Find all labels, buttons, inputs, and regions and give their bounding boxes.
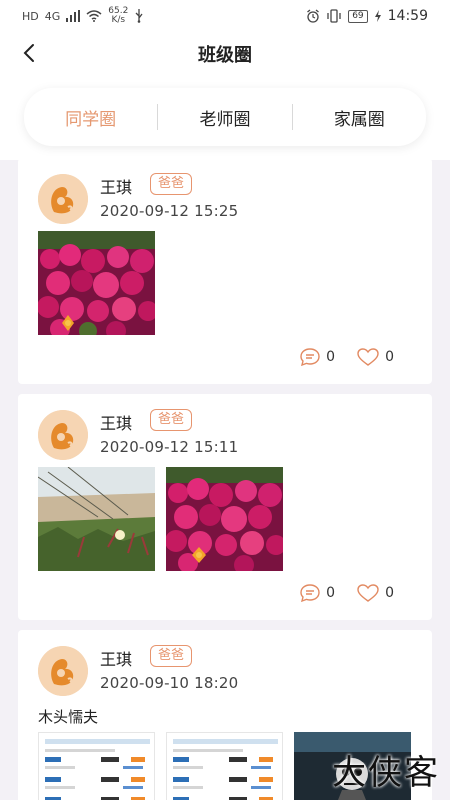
comment-icon [300,348,320,366]
comment-count: 0 [326,349,336,365]
comment-icon [300,584,320,602]
post-photo[interactable] [38,467,155,571]
post-actions: 0 0 [300,584,394,602]
avatar[interactable] [38,174,88,224]
post-photo[interactable] [38,231,155,335]
role-badge: 爸爸 [150,173,193,195]
post-photo[interactable] [38,732,155,800]
tab-classmates[interactable]: 同学圈 [24,105,157,130]
username: 王琪 [100,414,133,433]
status-left: HD 4G 65.2 K/s [22,7,144,25]
comment-button[interactable]: 0 [300,348,335,366]
post-text: 木头懦夫 [38,708,99,726]
charging-icon [374,10,381,22]
speed-unit: K/s [111,15,126,25]
avatar-icon [38,174,88,224]
post-photo[interactable] [166,732,283,800]
clock: 14:59 [387,8,428,24]
post-card: 王琪 爸爸 2020-09-12 15:11 0 0 [18,394,432,620]
like-count: 0 [385,349,394,365]
chevron-left-icon [23,44,34,62]
vibrate-icon [327,9,341,23]
magenta-flowers-image [38,231,155,335]
watermark-logo: 大侠客 [332,753,440,793]
like-count: 0 [385,585,394,601]
like-button[interactable]: 0 [357,348,394,366]
post-time: 2020-09-10 18:20 [100,674,239,692]
back-button[interactable] [14,38,44,68]
post-time: 2020-09-12 15:25 [100,202,239,220]
battery-icon: 69 [348,9,368,23]
ticket-screenshot-image [167,733,282,800]
username: 王琪 [100,650,133,669]
avatar-icon [38,410,88,460]
signal-icon [66,10,81,22]
avatar[interactable] [38,410,88,460]
username: 王琪 [100,178,133,197]
post-card: 王琪 爸爸 2020-09-12 15:25 0 0 [18,158,432,384]
avatar[interactable] [38,646,88,696]
tabs-section: 同学圈 老师圈 家属圈 [0,76,450,160]
page-title: 班级圈 [198,45,252,66]
wifi-icon [86,10,102,22]
heart-icon [357,348,379,366]
usb-icon [135,9,143,23]
post-photo[interactable] [166,467,283,571]
post-actions: 0 0 [300,348,394,366]
tab-family[interactable]: 家属圈 [293,105,426,130]
avatar-icon [38,646,88,696]
magenta-flowers-image [166,467,283,571]
hd-icon: HD [22,9,39,23]
circle-tabs: 同学圈 老师圈 家属圈 [24,88,426,146]
network-speed: 65.2 K/s [108,7,128,25]
dune-plants-image [38,467,155,571]
status-bar: HD 4G 65.2 K/s 69 14:59 [0,0,450,32]
app-header: 班级圈 [0,32,450,76]
status-right: 69 14:59 [306,8,428,24]
post-time: 2020-09-12 15:11 [100,438,239,456]
role-badge: 爸爸 [150,645,193,667]
network-type-icon: 4G [44,9,61,23]
like-button[interactable]: 0 [357,584,394,602]
tab-teachers[interactable]: 老师圈 [158,105,291,130]
role-badge: 爸爸 [150,409,193,431]
heart-icon [357,584,379,602]
alarm-icon [307,9,320,23]
comment-button[interactable]: 0 [300,584,335,602]
comment-count: 0 [326,585,336,601]
ticket-screenshot-image [39,733,154,800]
